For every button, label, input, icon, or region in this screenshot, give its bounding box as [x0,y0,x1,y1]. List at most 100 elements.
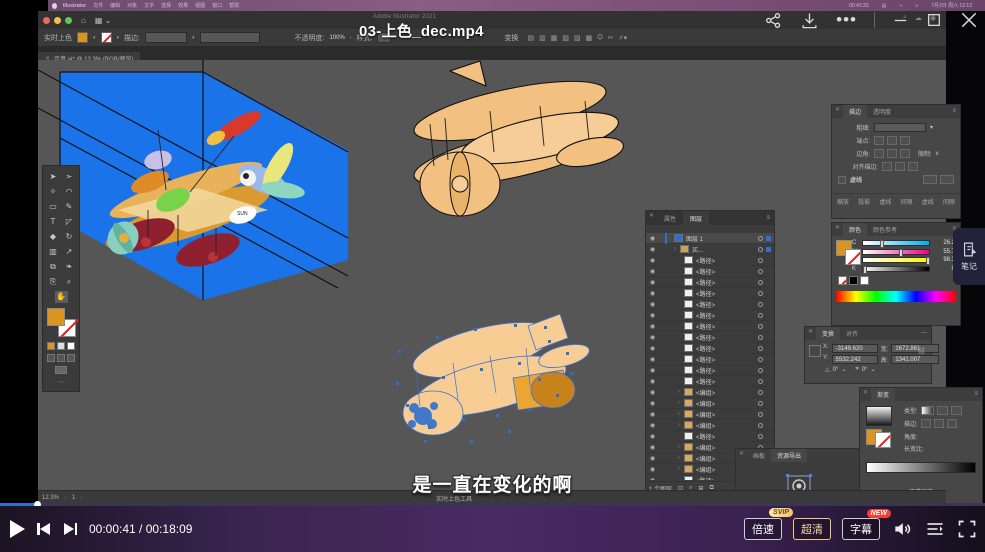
corner-buttons[interactable] [874,149,910,158]
freeform-gradient-icon[interactable] [951,406,962,415]
dash-field-5[interactable]: 虚线 [922,197,934,206]
maximize-icon[interactable] [926,12,942,28]
scissors-icon[interactable]: ✂ [608,34,614,42]
stroke-weight-input[interactable] [145,32,187,43]
linear-gradient-icon[interactable] [921,406,934,415]
channel-knob[interactable] [863,266,867,274]
color-channels[interactable]: C26.2% M55.7% Y98.3% K0% [852,240,963,274]
channel-value[interactable]: 55.7 [933,249,955,255]
visibility-toggle-icon[interactable]: ◉ [648,356,657,363]
target-indicator[interactable] [758,401,763,406]
draw-behind-icon[interactable] [57,354,65,362]
layer-name[interactable]: 图层 1 [686,234,758,243]
stroke-panel-tabs[interactable]: ✕ 描边 透明度 ≡ [832,105,960,118]
visibility-toggle-icon[interactable]: ◉ [648,345,657,352]
layer-name[interactable]: <编组> [696,388,758,397]
visibility-toggle-icon[interactable]: ◉ [648,367,657,374]
chevron-down-icon[interactable]: ▾ [930,124,933,131]
download-icon[interactable] [800,11,819,30]
home-icon[interactable]: ⌂ [81,16,86,25]
layer-name[interactable]: <路径> [696,333,758,342]
color-panel[interactable]: ✕ 颜色 颜色参考 ≡ C26.2% M55.7% Y98.3% K0% [831,222,961,326]
notes-button[interactable]: 笔记 [953,228,985,285]
color-channel-k[interactable]: K0% [852,266,963,272]
layer-name[interactable]: 买... [692,245,758,254]
eraser-tool-icon[interactable]: ◸ [63,216,76,228]
search-icon[interactable]: ⌕ [915,3,918,9]
stroke-dash-fields[interactable]: 缩放 投影 虚线 间隙 虚线 间隙 [832,193,960,209]
screen-mode-row[interactable] [43,352,79,364]
os-menu-window[interactable]: 窗口 [212,2,222,9]
tab-color-guide[interactable]: 颜色参考 [867,223,903,236]
distribute-middle-icon[interactable]: ▨ [574,34,581,42]
color-channel-y[interactable]: Y98.3% [852,257,963,263]
layer-name[interactable]: <路径> [696,278,758,287]
os-menu-file[interactable]: 文件 [93,2,103,9]
visibility-toggle-icon[interactable]: ◉ [648,235,657,242]
tool-palette[interactable]: ➤➣ ✧◠ ▭✎ T◸ ◆↻ ▥↗ ⧉❧ ⎘⌕ ✋ [42,165,80,392]
align-inside-stroke-icon[interactable] [895,162,905,171]
butt-cap-icon[interactable] [874,136,884,145]
white-swatch[interactable] [860,276,869,285]
asset-panel-tabs[interactable]: ✕ 画板 资源导出 ≡ [736,449,872,462]
visibility-toggle-icon[interactable]: ◉ [648,323,657,330]
window-traffic-lights[interactable] [38,17,72,24]
target-indicator[interactable] [758,368,763,373]
tab-properties[interactable]: 属性 [657,211,683,225]
transform-panel[interactable]: ✕ 变换 对齐 — X: -3149.620 宽: 1672.861 Y: 55… [804,326,932,384]
visibility-toggle-icon[interactable]: ◉ [648,389,657,396]
chevron-down-icon[interactable]: ▾ [93,35,96,41]
visibility-toggle-icon[interactable]: ◉ [648,433,657,440]
tab-align[interactable]: 对齐 [840,327,864,340]
color-channel-c[interactable]: C26.2% [852,240,963,246]
os-menu-type[interactable]: 文字 [144,2,154,9]
target-indicator[interactable] [758,423,763,428]
color-quick-swatches[interactable] [832,274,960,287]
layer-row[interactable]: ◉›<编组> [646,420,774,431]
visibility-toggle-icon[interactable]: ◉ [648,422,657,429]
column-graph-tool-icon[interactable]: ▥ [47,246,60,258]
gradient-mesh-tool-icon[interactable]: ◆ [47,231,60,243]
visibility-toggle-icon[interactable]: ◉ [648,290,657,297]
target-indicator[interactable] [758,302,763,307]
screen-toggle-row[interactable] [43,364,79,376]
channel-knob[interactable] [926,257,930,265]
dash-field-1[interactable]: 缩放 [837,197,849,206]
fullscreen-icon[interactable] [957,519,977,539]
transform-x-input[interactable]: -3149.620 [832,344,878,353]
layer-name[interactable]: <路径> [696,289,758,298]
gradient-mode-icon[interactable] [57,342,65,350]
os-menu-edit[interactable]: 编辑 [110,2,120,9]
player-right-controls[interactable]: 倍速 SVIP 超清 字幕 NEW [744,506,977,552]
volume-icon[interactable] [891,519,913,539]
target-indicator[interactable] [758,324,763,329]
quality-button[interactable]: 超清 [793,518,831,540]
os-menubar-app[interactable]: Illustrator [63,3,86,9]
transform-width-input[interactable]: 1672.861 [891,344,939,353]
color-panel-tabs[interactable]: ✕ 颜色 颜色参考 ≡ [832,223,960,236]
layer-row[interactable]: ◉<路径> [646,255,774,266]
os-menu-effect[interactable]: 效果 [178,2,188,9]
target-indicator[interactable] [758,390,763,395]
target-indicator[interactable] [758,357,763,362]
channel-slider[interactable] [862,257,930,263]
visibility-toggle-icon[interactable]: ◉ [648,246,657,253]
stroke-gradient-across-icon[interactable] [947,419,957,428]
layer-name[interactable]: <路径> [696,366,758,375]
align-stroke-buttons[interactable] [882,162,918,171]
close-icon[interactable]: ✕ [832,105,843,118]
chevron-down-icon[interactable]: ⌄ [871,366,876,373]
symbol-sprayer-tool-icon[interactable]: ❧ [63,261,76,273]
color-channel-m[interactable]: M55.7% [852,249,963,255]
channel-value[interactable]: 0 [933,266,955,272]
transform-icon[interactable]: ⛭ [597,34,603,42]
next-button[interactable] [63,523,77,535]
visibility-toggle-icon[interactable]: ◉ [648,312,657,319]
target-indicator[interactable] [758,280,763,285]
dash-field-3[interactable]: 虚线 [879,197,891,206]
channel-slider[interactable] [862,249,930,255]
layer-row[interactable]: ◉›<编组> [646,409,774,420]
close-icon[interactable]: ✕ [736,449,747,462]
close-icon[interactable]: ✕ [860,388,871,401]
cap-buttons[interactable] [874,136,910,145]
